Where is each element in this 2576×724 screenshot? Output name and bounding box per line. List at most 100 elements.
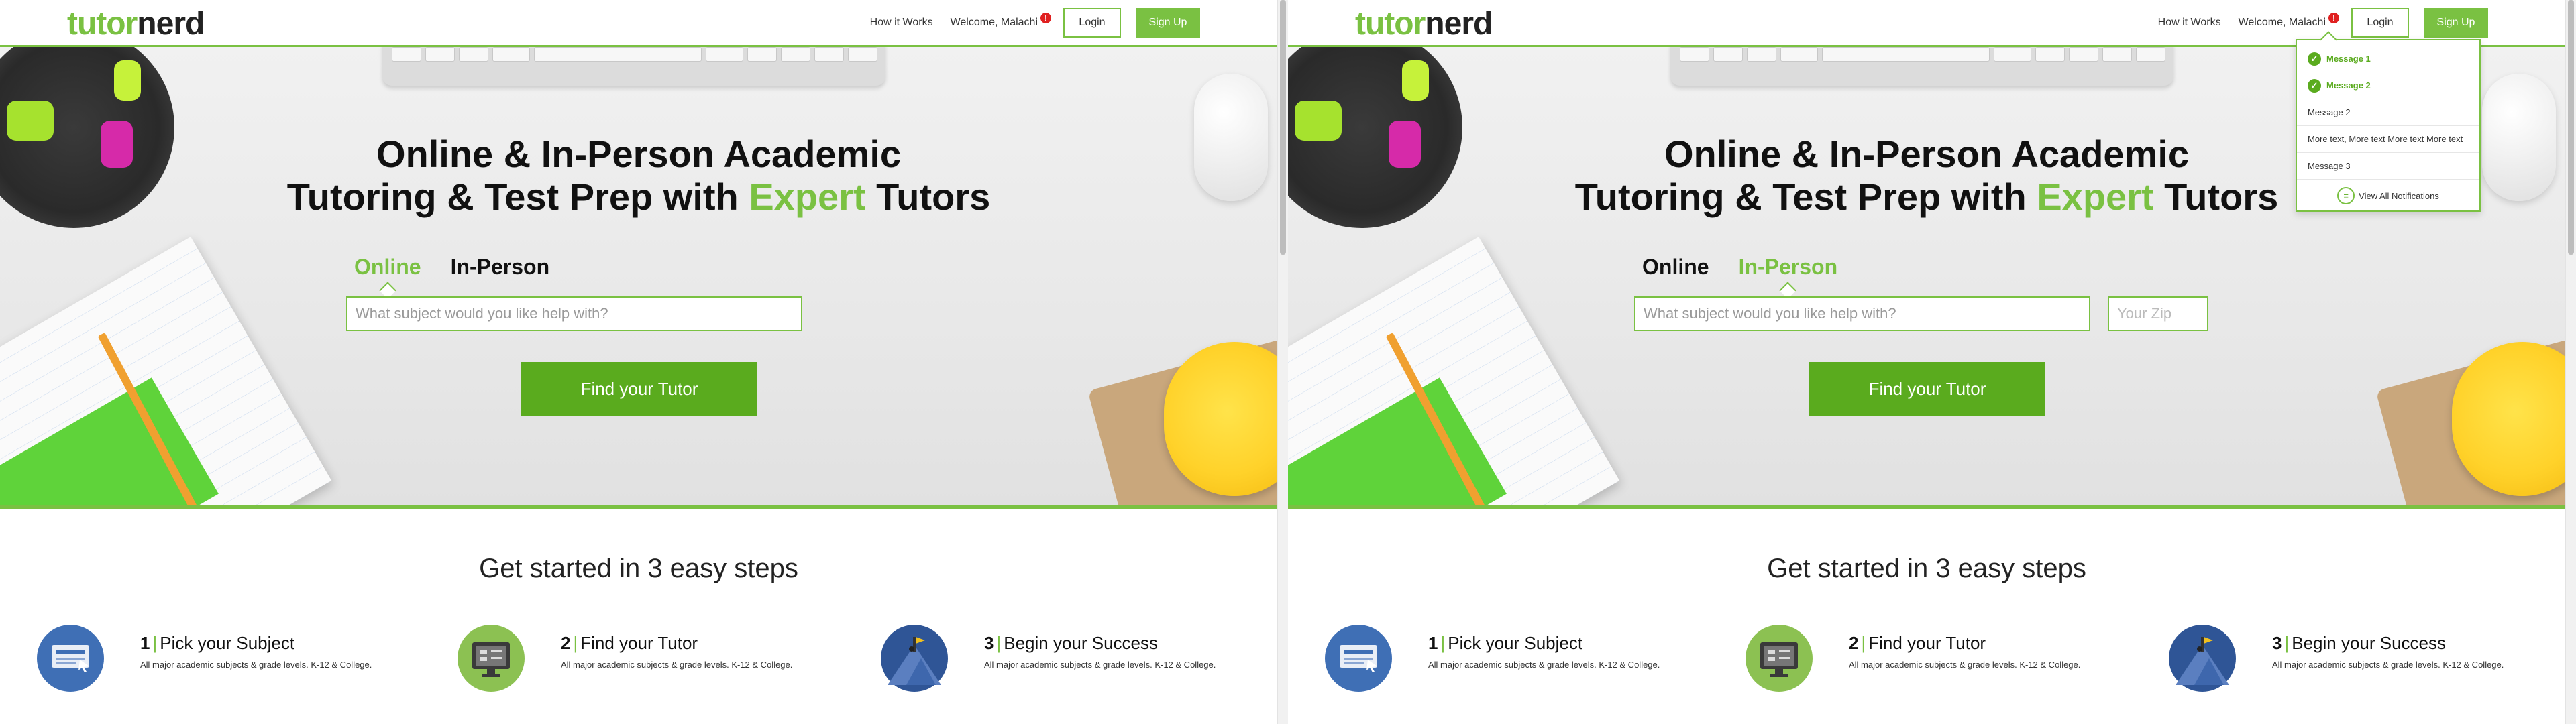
- bell-icon: ≡: [2337, 187, 2355, 204]
- how-it-works-link[interactable]: How it Works: [2158, 17, 2221, 29]
- scrollbar-thumb[interactable]: [2568, 0, 2574, 255]
- tutornerd-logo[interactable]: tutornerd: [67, 5, 205, 42]
- step-3-label: Begin your Success: [2292, 633, 2447, 653]
- notification-text: More text, More text More text More text: [2308, 134, 2463, 144]
- step-1-number: 1: [140, 633, 150, 653]
- welcome-text: Welcome, Malachi: [2238, 17, 2326, 28]
- search-mode-tabs: Online In-Person: [354, 255, 549, 280]
- site-header: tutornerd How it Works Welcome, Malachi!…: [0, 0, 1277, 47]
- lime-marker-image: [1402, 60, 1429, 101]
- climber-success-icon: [881, 625, 948, 692]
- step-1-label: Pick your Subject: [160, 633, 295, 653]
- step-1-desc: All major academic subjects & grade leve…: [1428, 660, 1660, 670]
- notification-text: Message 3: [2308, 161, 2351, 171]
- headline-line-2: Tutoring & Test Prep with Expert Tutors: [0, 176, 1277, 219]
- browser-panel-right: tutornerd How it Works Welcome, Malachi!…: [1288, 0, 2576, 724]
- notification-item[interactable]: Message 3: [2297, 153, 2479, 180]
- step-3-title: 3 | Begin your Success: [984, 633, 1159, 653]
- logo-part-tutor: tutor: [67, 6, 138, 42]
- welcome-user[interactable]: Welcome, Malachi!: [2238, 13, 2339, 29]
- tab-online[interactable]: Online: [354, 255, 421, 280]
- browser-panel-left: tutornerd How it Works Welcome, Malachi!…: [0, 0, 1288, 724]
- step-1-number: 1: [1428, 633, 1438, 653]
- headline-post: Tutors: [865, 176, 991, 218]
- logo-part-nerd: nerd: [137, 6, 205, 42]
- step-2-title: 2 | Find your Tutor: [561, 633, 698, 653]
- notification-item[interactable]: ✓ Message 1: [2297, 46, 2479, 72]
- tab-in-person[interactable]: In-Person: [1739, 255, 1838, 280]
- step-2-desc: All major academic subjects & grade leve…: [1849, 660, 2081, 670]
- step-1-title: 1 | Pick your Subject: [1428, 633, 1583, 653]
- tab-online[interactable]: Online: [1642, 255, 1709, 280]
- subject-screen-icon: [37, 625, 104, 692]
- notifications-dropdown: ✓ Message 1 ✓ Message 2 Message 2 More tex…: [2296, 39, 2481, 212]
- notification-text: Message 1: [2326, 54, 2371, 64]
- top-nav: How it Works Welcome, Malachi! Login Sig…: [2158, 8, 2488, 38]
- headline-accent: Expert: [749, 176, 866, 218]
- steps-title: Get started in 3 easy steps: [479, 554, 798, 583]
- notification-text: Message 2: [2326, 80, 2371, 90]
- view-all-notifications-link[interactable]: ≡ View All Notifications: [2297, 181, 2479, 210]
- signup-button[interactable]: Sign Up: [2424, 8, 2488, 38]
- logo-part-nerd: nerd: [1425, 6, 1493, 42]
- headline-pre: Tutoring & Test Prep with: [1574, 176, 2037, 218]
- hero-section: Online & In-Person Academic Tutoring & T…: [0, 47, 1277, 509]
- keyboard-image: [382, 47, 885, 86]
- top-nav: How it Works Welcome, Malachi! Login Sig…: [870, 8, 1200, 38]
- keyboard-image: [1670, 47, 2174, 86]
- headline-line-1: Online & In-Person Academic: [376, 133, 902, 175]
- step-2-label: Find your Tutor: [580, 633, 698, 653]
- login-button[interactable]: Login: [1063, 8, 1121, 38]
- headline-post: Tutors: [2153, 176, 2279, 218]
- step-3-label: Begin your Success: [1004, 633, 1159, 653]
- welcome-user[interactable]: Welcome, Malachi!: [950, 13, 1051, 29]
- check-icon: ✓: [2308, 78, 2321, 93]
- step-2-label: Find your Tutor: [1868, 633, 1986, 653]
- notification-item[interactable]: ✓ Message 2: [2297, 72, 2479, 99]
- step-3-number: 3: [984, 633, 994, 653]
- subject-search-input[interactable]: What subject would you like help with?: [346, 296, 802, 331]
- step-2-number: 2: [1849, 633, 1859, 653]
- login-button[interactable]: Login: [2351, 8, 2409, 38]
- find-tutor-button[interactable]: Find your Tutor: [521, 362, 757, 416]
- step-1-title: 1 | Pick your Subject: [140, 633, 295, 653]
- logo-part-tutor: tutor: [1355, 6, 1426, 42]
- notification-item[interactable]: Message 2: [2297, 99, 2479, 126]
- lime-marker-image: [114, 60, 141, 101]
- subject-search-input[interactable]: What subject would you like help with?: [1634, 296, 2090, 331]
- headline-accent: Expert: [2037, 176, 2154, 218]
- notification-item[interactable]: More text, More text More text More text: [2297, 126, 2479, 153]
- step-3-number: 3: [2272, 633, 2282, 653]
- step-1-label: Pick your Subject: [1448, 633, 1583, 653]
- how-it-works-link[interactable]: How it Works: [870, 17, 933, 29]
- step-2-desc: All major academic subjects & grade leve…: [561, 660, 793, 670]
- subject-screen-icon: [1325, 625, 1392, 692]
- step-1-desc: All major academic subjects & grade leve…: [140, 660, 372, 670]
- climber-success-icon: [2169, 625, 2236, 692]
- tab-in-person[interactable]: In-Person: [451, 255, 550, 280]
- find-tutor-button[interactable]: Find your Tutor: [1809, 362, 2045, 416]
- headline-pre: Tutoring & Test Prep with: [286, 176, 749, 218]
- step-2-number: 2: [561, 633, 571, 653]
- tutor-monitor-icon: [1746, 625, 1813, 692]
- notification-badge[interactable]: !: [1040, 13, 1051, 23]
- page-scrollbar[interactable]: [2565, 0, 2576, 724]
- step-3-desc: All major academic subjects & grade leve…: [984, 660, 1216, 670]
- check-icon: ✓: [2308, 52, 2321, 66]
- step-3-desc: All major academic subjects & grade leve…: [2272, 660, 2504, 670]
- tutor-monitor-icon: [458, 625, 525, 692]
- notification-badge[interactable]: !: [2328, 13, 2339, 23]
- signup-button[interactable]: Sign Up: [1136, 8, 1200, 38]
- scrollbar-thumb[interactable]: [1280, 0, 1286, 255]
- search-mode-tabs: Online In-Person: [1642, 255, 1837, 280]
- steps-title: Get started in 3 easy steps: [1767, 554, 2086, 583]
- page-scrollbar[interactable]: [1277, 0, 1288, 724]
- zip-code-input[interactable]: Your Zip: [2108, 296, 2208, 331]
- step-3-title: 3 | Begin your Success: [2272, 633, 2447, 653]
- tutornerd-logo[interactable]: tutornerd: [1355, 5, 1493, 42]
- welcome-text: Welcome, Malachi: [950, 17, 1038, 28]
- hero-headline: Online & In-Person Academic Tutoring & T…: [0, 133, 1277, 219]
- notification-text: Message 2: [2308, 107, 2351, 117]
- step-2-title: 2 | Find your Tutor: [1849, 633, 1986, 653]
- dual-screenshot: tutornerd How it Works Welcome, Malachi!…: [0, 0, 2576, 724]
